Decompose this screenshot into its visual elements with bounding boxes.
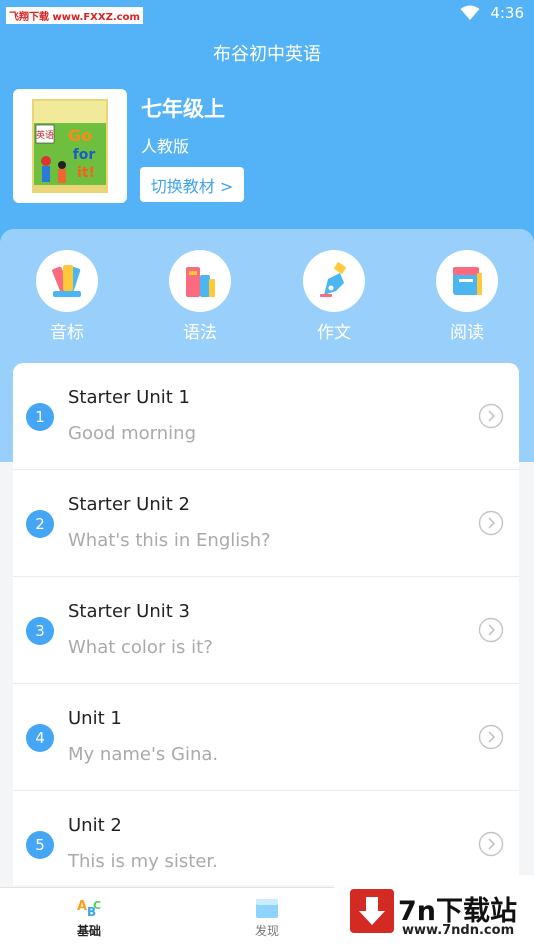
unit-subtitle: What color is it? — [68, 637, 213, 658]
abc-icon: A B C — [77, 899, 101, 919]
category-label: 语法 — [183, 323, 217, 343]
svg-text:for: for — [73, 147, 96, 163]
svg-text:英语: 英语 — [36, 129, 54, 141]
notebook-icon — [453, 267, 482, 295]
unit-row[interactable]: 4 Unit 1 My name's Gina. — [13, 684, 519, 791]
book-open-icon — [256, 899, 278, 918]
category-reading[interactable]: 阅读 — [435, 250, 499, 343]
status-bar: 飞翔下载 www.FXXZ.com 4:36 — [0, 0, 534, 30]
unit-title: Unit 1 — [68, 708, 122, 729]
edition-label: 人教版 — [141, 137, 190, 156]
pen-nib-icon — [320, 262, 346, 297]
svg-text:C: C — [93, 899, 101, 912]
unit-number-badge: 1 — [26, 403, 54, 431]
unit-row[interactable]: 3 Starter Unit 3 What color is it? — [13, 577, 519, 684]
watermark: 飞翔下载 www.FXXZ.com — [6, 7, 143, 24]
category-label: 作文 — [317, 323, 351, 343]
watermark-banner: 7n下载站 www.7ndn.com — [334, 875, 534, 949]
unit-number-badge: 2 — [26, 510, 54, 538]
textbook-cover-card[interactable]: 英语 Go for it! — [13, 89, 127, 203]
chevron-right-icon — [478, 617, 504, 643]
svg-text:A: A — [77, 899, 87, 914]
nav-tab-discover[interactable]: 发现 — [237, 896, 297, 939]
category-label: 阅读 — [450, 323, 484, 343]
unit-subtitle: Good morning — [68, 423, 196, 444]
status-time: 4:36 — [490, 4, 524, 22]
chevron-right-icon — [478, 403, 504, 429]
svg-text:it!: it! — [77, 165, 95, 181]
nav-label: 基础 — [76, 924, 101, 938]
unit-number-badge: 4 — [26, 724, 54, 752]
unit-title: Starter Unit 1 — [68, 387, 190, 408]
switch-textbook-button[interactable]: 切换教材 > — [140, 167, 244, 202]
unit-title: Starter Unit 3 — [68, 601, 190, 622]
svg-text:Go: Go — [68, 126, 92, 145]
category-grammar[interactable]: 语法 — [168, 250, 232, 343]
download-arrow-icon — [350, 889, 394, 933]
unit-number-badge: 5 — [26, 831, 54, 859]
unit-number-badge: 3 — [26, 617, 54, 645]
status-icons: 4:36 — [460, 4, 524, 22]
unit-row[interactable]: 2 Starter Unit 2 What's this in English? — [13, 470, 519, 577]
grade-title: 七年级上 — [141, 97, 225, 121]
books-icon — [186, 267, 215, 297]
watermark-url: www.7ndn.com — [402, 923, 515, 938]
category-label: 音标 — [50, 323, 84, 343]
wifi-icon — [460, 5, 480, 20]
category-composition[interactable]: 作文 — [302, 250, 366, 343]
chevron-right-icon — [478, 510, 504, 536]
unit-subtitle: What's this in English? — [68, 530, 271, 551]
unit-list: 1 Starter Unit 1 Good morning 2 Starter … — [13, 363, 519, 885]
unit-title: Unit 2 — [68, 815, 122, 836]
chevron-right-icon — [478, 724, 504, 750]
unit-subtitle: This is my sister. — [68, 851, 218, 872]
nav-tab-basics[interactable]: A B C 基础 — [59, 896, 119, 939]
nav-label: 发现 — [254, 924, 279, 938]
unit-row[interactable]: 1 Starter Unit 1 Good morning — [13, 363, 519, 470]
unit-title: Starter Unit 2 — [68, 494, 190, 515]
chevron-right-icon — [478, 831, 504, 857]
unit-subtitle: My name's Gina. — [68, 744, 219, 765]
pencils-icon — [52, 265, 81, 297]
textbook-cover-image: 英语 Go for it! — [32, 99, 108, 193]
app-title: 布谷初中英语 — [213, 44, 321, 65]
category-phonetics[interactable]: 音标 — [35, 250, 99, 343]
unit-row[interactable]: 5 Unit 2 This is my sister. — [13, 791, 519, 885]
